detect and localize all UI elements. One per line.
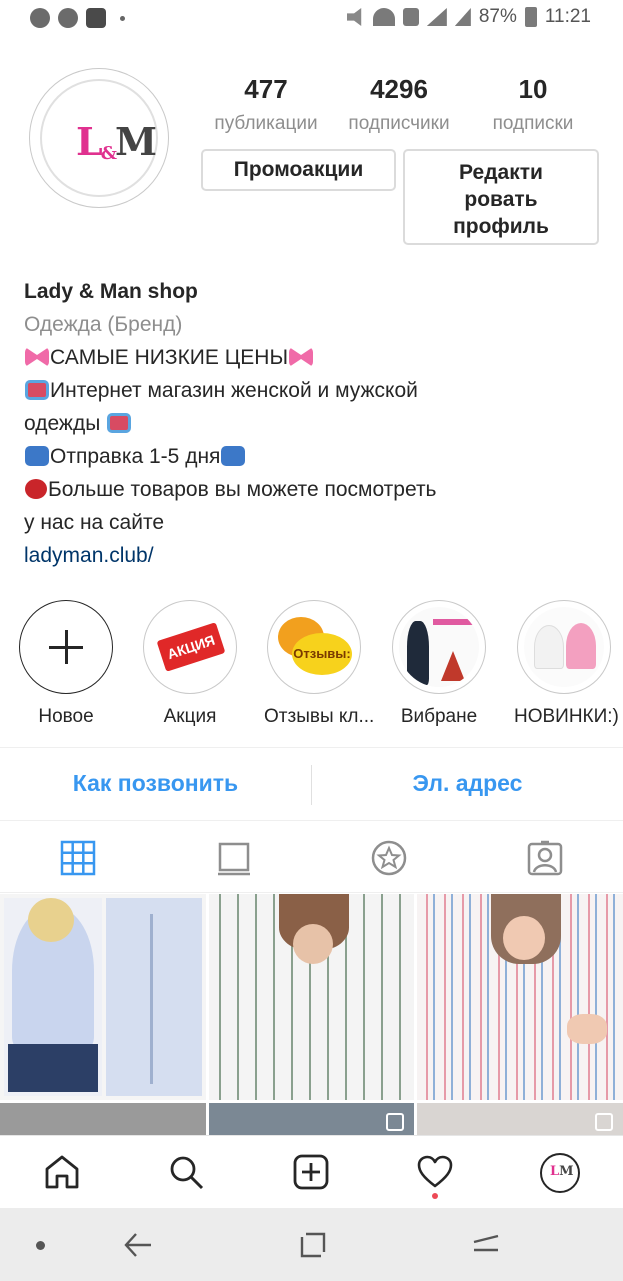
search-icon[interactable]: [168, 1154, 204, 1190]
stat-followers-label: подписчики: [348, 113, 450, 134]
profile-bio: Lady & Man shop Одежда (Бренд) САМЫЕ НИЗ…: [24, 275, 604, 572]
add-post-icon[interactable]: [293, 1154, 329, 1190]
gift-icon: [25, 380, 49, 400]
bio-line-prices: САМЫЕ НИЗКИЕ ЦЕНЫ: [24, 341, 604, 374]
bio-line-shop: Интернет магазин женской и мужской: [24, 374, 604, 407]
clock: 11:21: [544, 6, 591, 27]
truck-icon: [25, 446, 49, 466]
bio-line-shipping: Отправка 1-5 дня: [24, 440, 604, 473]
profile-name: Lady & Man shop: [24, 280, 198, 303]
dot-icon[interactable]: [36, 1241, 45, 1250]
highlight-label: НОВИНКИ:): [514, 706, 619, 727]
battery-icon: [524, 7, 537, 27]
tree-image: [441, 651, 465, 681]
multi-post-icon: [386, 1113, 404, 1131]
profile-avatar-icon[interactable]: LM: [540, 1153, 580, 1193]
highlight-reviews[interactable]: Отзывы: Отзывы кл...: [264, 600, 375, 728]
home-icon[interactable]: [44, 1154, 80, 1190]
model-figure: [407, 621, 429, 685]
post-thumbnail[interactable]: [209, 894, 414, 1100]
battery-percent: 87%: [478, 6, 517, 27]
nfc-icon: [402, 8, 419, 26]
android-icon: [86, 8, 106, 28]
post-thumbnail[interactable]: [209, 1103, 414, 1135]
stat-followers[interactable]: 4296 подписчики: [339, 74, 459, 135]
highlight-label: Акция: [163, 706, 217, 727]
ladybug-icon: [25, 479, 47, 499]
truck-icon: [221, 446, 246, 466]
status-bar: 87% 11:21: [0, 0, 623, 38]
divider: [0, 747, 623, 748]
email-button[interactable]: Эл. адрес: [312, 770, 623, 797]
bottom-navigation: LM: [0, 1135, 623, 1208]
stat-followers-value: 4296: [370, 74, 428, 104]
post-thumbnail[interactable]: [0, 1103, 206, 1135]
stat-following[interactable]: 10 подписки: [473, 74, 593, 135]
highlight-favorites[interactable]: Вибране: [389, 600, 489, 728]
promotions-button[interactable]: Промоакции: [201, 149, 396, 191]
highlight-sale[interactable]: АКЦИЯ Акция: [140, 600, 240, 728]
signal-icon: [426, 8, 447, 26]
ribbon-icon: [25, 347, 49, 367]
post-thumbnail[interactable]: [417, 1103, 623, 1135]
highlight-label: Отзывы кл...: [264, 706, 375, 727]
mute-icon: [346, 8, 362, 26]
igtv-icon[interactable]: [216, 840, 252, 876]
post-thumbnail[interactable]: [0, 894, 206, 1100]
profile-category: Одежда (Бренд): [24, 313, 183, 336]
stat-posts[interactable]: 477 публикации: [206, 74, 326, 135]
call-button[interactable]: Как позвонить: [0, 770, 311, 797]
multi-post-icon: [595, 1113, 613, 1131]
grid-icon[interactable]: [60, 840, 96, 876]
post-thumbnail[interactable]: [417, 894, 623, 1100]
highlight-label: Вибране: [400, 706, 478, 727]
bio-line-more: Больше товаров вы можете посмотреть: [24, 473, 604, 506]
brand-logo: L&M: [76, 119, 157, 164]
sale-tag-image: АКЦИЯ: [156, 622, 226, 672]
stat-following-label: подписки: [492, 113, 574, 134]
bio-line-more-2: у нас на сайте: [24, 511, 165, 534]
highlight-new-arrivals[interactable]: НОВИНКИ:): [514, 600, 619, 728]
profile-avatar[interactable]: L&M: [29, 68, 169, 208]
telegram-icon: [58, 8, 78, 28]
stat-posts-value: 477: [244, 74, 288, 104]
speech-bubble-yellow: Отзывы:: [292, 633, 352, 675]
star-icon[interactable]: [371, 840, 407, 876]
stat-following-value: 10: [518, 74, 548, 104]
divider: [0, 892, 623, 893]
system-navigation-bar: [0, 1208, 623, 1281]
recents-icon[interactable]: [300, 1232, 326, 1258]
website-link[interactable]: ladyman.club/: [24, 539, 604, 572]
ribbon-icon: [289, 347, 314, 367]
signal-icon-2: [454, 8, 471, 26]
home-button-icon[interactable]: [472, 1232, 500, 1258]
back-icon[interactable]: [124, 1232, 152, 1258]
highlight-new[interactable]: Новое: [16, 600, 116, 728]
highlight-label: Новое: [38, 706, 94, 727]
tagged-icon[interactable]: [527, 840, 563, 876]
notification-dot: [120, 15, 125, 21]
activity-heart-icon[interactable]: [417, 1154, 453, 1190]
white-dress-image: [534, 625, 564, 669]
whatsapp-icon: [30, 8, 50, 28]
notification-dot: [432, 1193, 438, 1199]
bio-line-shop-2: одежды: [24, 407, 604, 440]
edit-profile-button[interactable]: Редакти ровать профиль: [403, 149, 599, 245]
divider: [0, 820, 623, 821]
gift-icon: [107, 413, 132, 433]
stat-posts-label: публикации: [214, 113, 318, 134]
pink-dress-image: [566, 623, 596, 669]
plus-icon: [45, 626, 87, 668]
wifi-icon: [372, 8, 395, 26]
